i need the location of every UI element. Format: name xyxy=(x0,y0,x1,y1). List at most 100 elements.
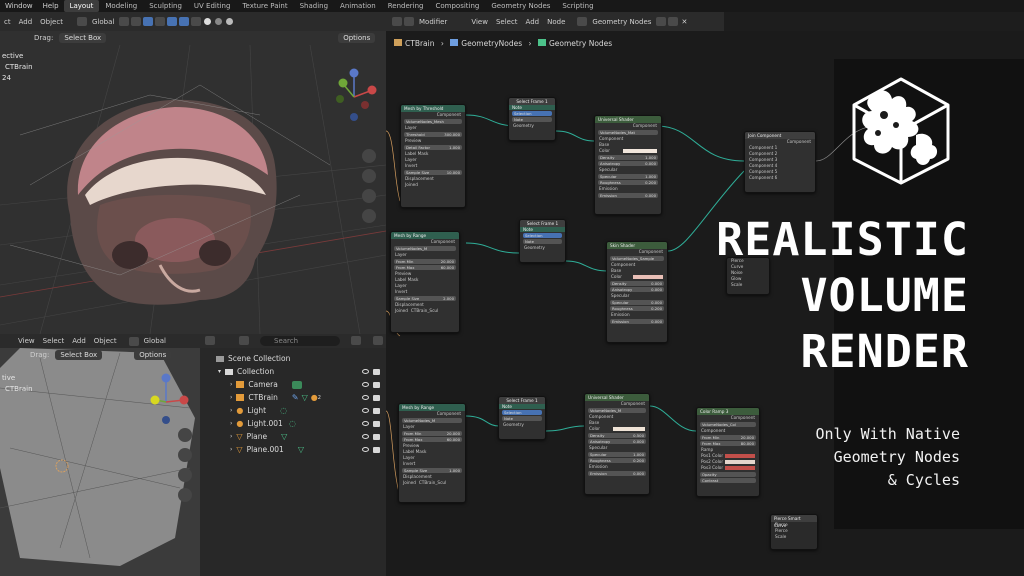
joined-row[interactable]: Joined CTBrain_Scul xyxy=(399,480,465,486)
drag-select[interactable]: Select Box xyxy=(59,33,107,43)
sample-size-field[interactable]: Sample Size 2.000 xyxy=(394,296,456,301)
node-select-frame-middle[interactable]: Select Frame 1 Note Selection Note Geome… xyxy=(519,219,566,263)
expand-chevron-icon[interactable]: › xyxy=(230,446,232,453)
collection-row[interactable]: ▾ Collection xyxy=(200,365,386,378)
node-header[interactable]: Universal Shader xyxy=(585,394,649,401)
socket-label[interactable]: Invert xyxy=(399,461,465,467)
node-header[interactable]: Color Ramp 3 xyxy=(697,408,759,415)
shading-solid-icon[interactable] xyxy=(204,18,212,25)
node-select-frame-top[interactable]: Select Frame 1 Note Selection Note Geome… xyxy=(508,97,556,141)
camera-view-icon[interactable] xyxy=(362,189,376,203)
outliner-item-light-001[interactable]: › ● Light.001 ◌ xyxy=(200,417,386,430)
node-object-field[interactable]: VolumeNodes_M xyxy=(588,408,646,413)
visibility-eye-icon[interactable] xyxy=(362,433,369,439)
node-select-frame-bottom[interactable]: Select Frame 1 Note Selection Note Geome… xyxy=(498,396,546,440)
tab-uv-editing[interactable]: UV Editing xyxy=(188,0,237,12)
specular-field[interactable]: Specular 0.000 xyxy=(610,300,664,305)
render-camera-icon[interactable] xyxy=(373,368,380,375)
density-field[interactable]: Density 0.000 xyxy=(610,281,664,286)
selection-field[interactable]: Selection xyxy=(512,111,552,116)
outliner[interactable]: Search Scene Collection ▾ Collection › C… xyxy=(200,334,386,576)
threshold-field[interactable]: Threshold 300.000 xyxy=(404,132,462,137)
close-icon[interactable]: ✕ xyxy=(681,18,687,26)
shading-rendered-icon[interactable] xyxy=(226,18,234,25)
node-object-field[interactable]: VolumeNodes_Sample xyxy=(610,256,664,261)
node-object-field[interactable]: VolumeNodes_M xyxy=(394,246,456,251)
color3-row[interactable]: Pos3 Color xyxy=(697,465,759,471)
viewport2-transform-select[interactable]: Global xyxy=(140,337,170,345)
roughness-field[interactable]: Roughness 0.200 xyxy=(610,306,664,311)
outliner-item-light[interactable]: › ● Light ◌ xyxy=(200,404,386,417)
specular-field[interactable]: Specular 1.000 xyxy=(598,174,658,179)
transform-orientation-icon[interactable] xyxy=(128,336,139,346)
node-header[interactable]: Select Frame 1 xyxy=(499,397,545,404)
duplicate-icon[interactable] xyxy=(668,17,679,26)
xray-icon[interactable] xyxy=(191,17,202,26)
density-field[interactable]: Density 0.500 xyxy=(588,433,646,438)
navigation-gizmo-2[interactable] xyxy=(142,370,192,428)
node-object-field[interactable]: VolumeNodes_M xyxy=(402,418,462,423)
visibility-eye-icon[interactable] xyxy=(362,446,369,452)
roughness-field[interactable]: Roughness 0.200 xyxy=(588,458,646,463)
outliner-search-input[interactable]: Search xyxy=(260,336,340,346)
node-header[interactable]: Mesh by Range xyxy=(399,404,465,411)
visibility-eye-icon[interactable] xyxy=(362,420,369,426)
navigation-gizmo[interactable] xyxy=(330,65,382,125)
selection-field[interactable]: Selection xyxy=(502,410,542,415)
node-mode-select[interactable]: Modifier xyxy=(415,18,451,26)
node-tree-icon[interactable] xyxy=(577,17,588,26)
node-object-field[interactable]: VolumeNodes_Mat xyxy=(598,130,658,135)
node-header[interactable]: Join Component xyxy=(745,132,815,139)
viewport-menu-object[interactable]: Object xyxy=(36,18,67,26)
overlay-icon[interactable] xyxy=(179,17,190,26)
transform-orientation-select[interactable]: Global xyxy=(88,18,118,26)
detail-factor-field[interactable]: Detail Factor 1.000 xyxy=(404,145,462,150)
expand-chevron-icon[interactable]: › xyxy=(230,433,232,440)
viewport-3d-secondary[interactable]: Drag: Select Box Options tive CTBrain xyxy=(0,348,200,576)
pivot-icon[interactable] xyxy=(119,17,130,26)
color-row[interactable]: Color xyxy=(585,426,649,432)
tab-compositing[interactable]: Compositing xyxy=(429,0,485,12)
filter-icon[interactable] xyxy=(351,336,361,345)
node-skin-shader[interactable]: Skin Shader Component VolumeNodes_Sample… xyxy=(606,241,668,343)
color-swatch[interactable] xyxy=(725,454,755,458)
tab-rendering[interactable]: Rendering xyxy=(382,0,430,12)
tab-scripting[interactable]: Scripting xyxy=(556,0,599,12)
outliner-item-camera[interactable]: › Camera xyxy=(200,378,386,391)
proportional-edit-icon[interactable] xyxy=(143,17,154,26)
node-menu-node[interactable]: Node xyxy=(543,18,569,26)
node-object-field[interactable]: VolumeNodes_Mesh xyxy=(404,119,462,124)
tab-geometry-nodes[interactable]: Geometry Nodes xyxy=(485,0,556,12)
viewport2-menu-select[interactable]: Select xyxy=(39,337,69,345)
node-mesh-by-range-top[interactable]: Mesh by Range Component VolumeNodes_M La… xyxy=(390,231,460,333)
sample-size-field[interactable]: Sample Size 1.000 xyxy=(402,468,462,473)
from-max-field[interactable]: From Max 60.000 xyxy=(394,265,456,270)
socket-label[interactable]: Invert xyxy=(401,163,465,169)
node-mesh-by-range-bottom[interactable]: Mesh by Range Component VolumeNodes_M La… xyxy=(398,403,466,503)
camera-view-icon[interactable] xyxy=(178,468,192,482)
pan-hand-icon[interactable] xyxy=(362,169,376,183)
expand-chevron-icon[interactable]: › xyxy=(230,407,232,414)
tab-layout[interactable]: Layout xyxy=(63,0,100,12)
color-swatch[interactable] xyxy=(725,460,755,464)
render-camera-icon[interactable] xyxy=(373,381,380,388)
tab-animation[interactable]: Animation xyxy=(334,0,382,12)
grid-view-icon[interactable] xyxy=(178,488,192,502)
zoom-icon[interactable] xyxy=(362,149,376,163)
node-universal-shader-top[interactable]: Universal Shader Component VolumeNodes_M… xyxy=(594,115,662,215)
menu-window[interactable]: Window xyxy=(0,2,38,10)
joined-row[interactable]: Joined CTBrain_Scul xyxy=(391,308,459,314)
scene-collection-row[interactable]: Scene Collection xyxy=(200,352,386,365)
new-collection-icon[interactable] xyxy=(373,336,383,345)
viewport-menu-select[interactable]: ct xyxy=(0,18,15,26)
emission-field[interactable]: Emission 0.000 xyxy=(610,319,664,324)
node-menu-add[interactable]: Add xyxy=(522,18,544,26)
render-camera-icon[interactable] xyxy=(373,433,380,440)
outliner-item-ctbrain[interactable]: › CTBrain ✎ ▽ ● 2 xyxy=(200,391,386,404)
render-camera-icon[interactable] xyxy=(373,407,380,414)
from-min-field[interactable]: From Min 20.000 xyxy=(700,435,756,440)
tab-modeling[interactable]: Modeling xyxy=(99,0,143,12)
visibility-eye-icon[interactable] xyxy=(362,407,369,413)
geometry-nodes-icon[interactable] xyxy=(404,17,414,26)
visibility-eye-icon[interactable] xyxy=(362,394,369,400)
